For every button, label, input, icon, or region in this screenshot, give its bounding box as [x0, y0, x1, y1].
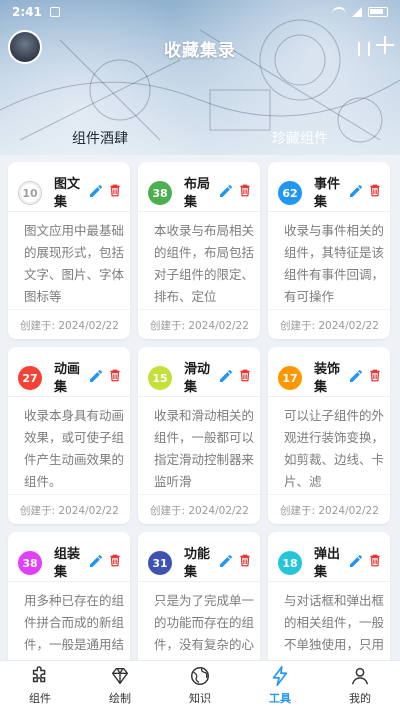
page-title: 收藏集录 — [164, 41, 236, 61]
delete-icon[interactable] — [368, 552, 382, 569]
tab-collected-components[interactable]: 珍藏组件 — [272, 128, 328, 148]
card-created-date: 创建于: 2024/02/22 — [268, 309, 390, 339]
puzzle-icon — [32, 666, 46, 683]
add-icon[interactable] — [376, 36, 394, 54]
card-description: 本收录与布局相关的组件，布局包括对子组件的限定、排布、定位 — [154, 223, 254, 304]
count-badge: 27 — [18, 366, 42, 390]
header-banner: 2:41 收藏集录 组件酒肆 珍藏组件 — [0, 0, 400, 155]
card-title: 事件集 — [314, 177, 341, 210]
tab-component-tavern[interactable]: 组件酒肆 — [72, 128, 128, 148]
card-created-date: 创建于: 2024/02/22 — [8, 309, 130, 339]
battery-icon — [368, 7, 388, 17]
card-header: 27 动画集 — [8, 347, 130, 397]
card-created-date: 创建于: 2024/02/22 — [138, 309, 260, 339]
card-title: 组装集 — [54, 547, 81, 580]
collection-card[interactable]: 27 动画集 收录本身具有动画效果，或可使子组件产生动画效果的组件。 创建于: … — [8, 347, 130, 524]
nav-label: 绘制 — [109, 692, 131, 705]
card-title: 功能集 — [184, 547, 211, 580]
delete-icon[interactable] — [368, 367, 382, 384]
card-header: 17 装饰集 — [268, 347, 390, 397]
edit-icon[interactable] — [348, 553, 364, 569]
count-badge: 38 — [148, 181, 172, 205]
diamond-icon — [111, 667, 129, 685]
card-title: 布局集 — [184, 177, 211, 210]
count-badge: 10 — [18, 181, 42, 205]
card-header: 31 功能集 — [138, 532, 260, 582]
collection-card[interactable]: 62 事件集 收录与事件相关的组件，其特征是该组件有事件回调，有可操作 创建于:… — [268, 162, 390, 339]
nav-item-tools[interactable]: 工具 — [240, 661, 320, 710]
person-icon — [351, 667, 369, 685]
collection-card[interactable]: 17 装饰集 可以让子组件的外观进行装饰变换，如剪裁、边线、卡片、滤 创建于: … — [268, 347, 390, 524]
edit-icon[interactable] — [88, 183, 104, 199]
more-icon[interactable] — [358, 42, 370, 56]
card-title: 装饰集 — [314, 362, 341, 395]
status-bar: 2:41 — [0, 0, 400, 24]
nav-label: 工具 — [269, 692, 291, 705]
count-badge: 38 — [18, 551, 42, 575]
status-time: 2:41 — [12, 5, 42, 19]
card-title: 滑动集 — [184, 362, 211, 395]
delete-icon[interactable] — [238, 182, 252, 199]
edit-icon[interactable] — [348, 183, 364, 199]
lightning-icon — [272, 666, 288, 686]
card-title: 弹出集 — [314, 547, 341, 580]
collection-card[interactable]: 15 滑动集 收录和滑动相关的组件，一般都可以指定滑动控制器来监听滑 创建于: … — [138, 347, 260, 524]
collection-card[interactable]: 10 图文集 图文应用中最基础的展现形式，包括文字、图片、字体图标等 创建于: … — [8, 162, 130, 339]
card-description: 收录本身具有动画效果，或可使子组件产生动画效果的组件。 — [24, 408, 124, 489]
edit-icon[interactable] — [218, 368, 234, 384]
edit-icon[interactable] — [218, 553, 234, 569]
delete-icon[interactable] — [108, 367, 122, 384]
delete-icon[interactable] — [238, 367, 252, 384]
bottom-nav: 组件 绘制 知识 工具 我的 — [0, 660, 400, 710]
nav-item-draw[interactable]: 绘制 — [80, 661, 160, 710]
nav-label: 我的 — [349, 692, 371, 705]
collection-card[interactable]: 38 布局集 本收录与布局相关的组件，布局包括对子组件的限定、排布、定位 创建于… — [138, 162, 260, 339]
card-description: 收录与事件相关的组件，其特征是该组件有事件回调，有可操作 — [284, 223, 384, 304]
nav-item-components[interactable]: 组件 — [0, 661, 80, 710]
card-created-date: 创建于: 2024/02/22 — [138, 494, 260, 524]
card-description: 可以让子组件的外观进行装饰变换，如剪裁、边线、卡片、滤 — [284, 408, 384, 489]
count-badge: 15 — [148, 366, 172, 390]
signal-icon — [352, 7, 362, 17]
nav-label: 组件 — [29, 692, 51, 705]
wifi-icon — [332, 7, 346, 17]
edit-icon[interactable] — [88, 553, 104, 569]
card-header: 10 图文集 — [8, 162, 130, 212]
card-description: 图文应用中最基础的展现形式，包括文字、图片、字体图标等 — [24, 223, 124, 304]
card-description: 收录和滑动相关的组件，一般都可以指定滑动控制器来监听滑 — [154, 408, 254, 489]
globe-icon — [191, 667, 209, 685]
count-badge: 18 — [278, 551, 302, 575]
delete-icon[interactable] — [238, 552, 252, 569]
nav-label: 知识 — [189, 692, 211, 705]
count-badge: 62 — [278, 181, 302, 205]
edit-icon[interactable] — [88, 368, 104, 384]
card-header: 38 组装集 — [8, 532, 130, 582]
card-created-date: 创建于: 2024/02/22 — [8, 494, 130, 524]
notification-icon — [49, 7, 60, 17]
nav-item-knowledge[interactable]: 知识 — [160, 661, 240, 710]
card-created-date: 创建于: 2024/02/22 — [268, 494, 390, 524]
card-title: 图文集 — [54, 177, 81, 210]
card-header: 38 布局集 — [138, 162, 260, 212]
count-badge: 31 — [148, 551, 172, 575]
card-header: 15 滑动集 — [138, 347, 260, 397]
nav-item-me[interactable]: 我的 — [320, 661, 400, 710]
card-title: 动画集 — [54, 362, 81, 395]
edit-icon[interactable] — [218, 183, 234, 199]
card-header: 62 事件集 — [268, 162, 390, 212]
delete-icon[interactable] — [108, 182, 122, 199]
card-header: 18 弹出集 — [268, 532, 390, 582]
count-badge: 17 — [278, 366, 302, 390]
edit-icon[interactable] — [348, 368, 364, 384]
delete-icon[interactable] — [368, 182, 382, 199]
delete-icon[interactable] — [108, 552, 122, 569]
